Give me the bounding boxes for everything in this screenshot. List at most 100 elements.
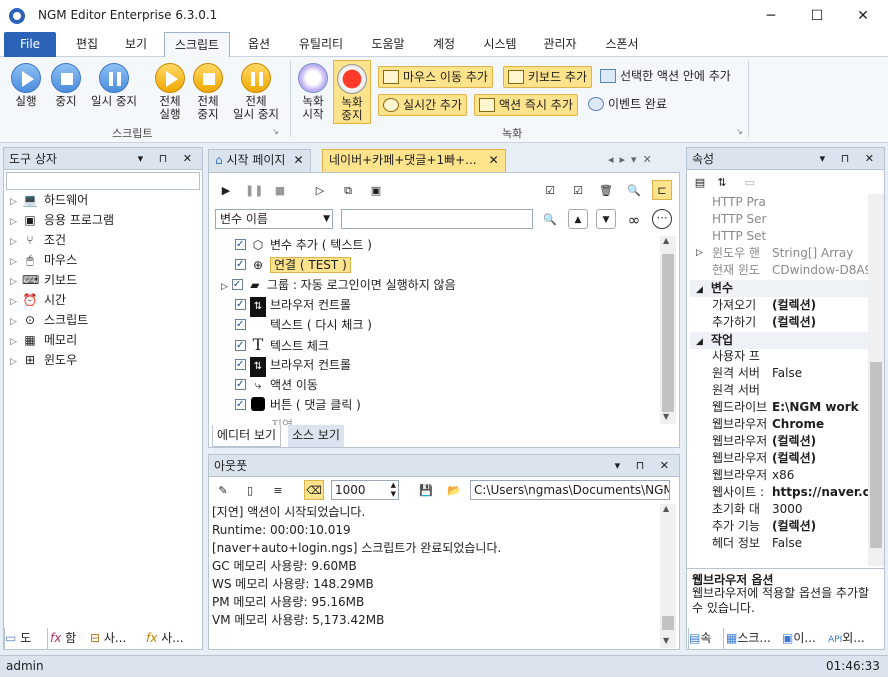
record-stop-button[interactable]: 녹화 중지	[333, 60, 371, 124]
collapse-icon[interactable]: ◢	[696, 285, 703, 295]
tab-functions[interactable]: fx 함	[50, 628, 88, 650]
pause-all-button[interactable]: 전체 일시 중지	[228, 63, 284, 121]
more-options-icon[interactable]: ⋯	[652, 209, 672, 229]
editor-scrollbar[interactable]: ▲ ▼	[660, 236, 676, 424]
move-down-icon[interactable]: ▼	[596, 209, 616, 229]
realtime-add-button[interactable]: 실시간 추가	[378, 94, 468, 116]
record-start-button[interactable]: 녹화 시작	[294, 63, 332, 121]
action-row[interactable]: ⤷ 액션 이동	[235, 375, 318, 395]
close-button[interactable]: ✕	[840, 0, 886, 32]
toolbox-item-mouse[interactable]: ▷ 🖱 마우스	[10, 250, 77, 270]
record-launcher-icon[interactable]: ↘	[736, 127, 743, 136]
action-row[interactable]: ⇅ 브라우저 컨트롤	[235, 355, 351, 377]
action-row[interactable]: ⬡ 변수 추가 ( 텍스트 )	[235, 235, 372, 255]
panel-controls-icon[interactable]: ▾ ⊓ ✕	[820, 148, 880, 170]
close-tab-icon[interactable]: ✕	[293, 153, 303, 167]
action-checkbox[interactable]	[235, 355, 246, 375]
toolbox-item-keyboard[interactable]: ▷ ⌨ 키보드	[10, 270, 77, 290]
property-row[interactable]: 웹브라우저 (컬렉션)	[690, 433, 870, 450]
property-row[interactable]: 추가하기 (컬렉션)	[690, 314, 870, 331]
property-row[interactable]: 사용자 프	[690, 348, 870, 365]
log-file-icon[interactable]: ▯	[240, 480, 260, 500]
stop-all-button[interactable]: 전체 중지	[188, 63, 228, 121]
keyboard-add-button[interactable]: 키보드 추가	[503, 66, 593, 88]
mouse-move-add-button[interactable]: 마우스 이동 추가	[378, 66, 493, 88]
property-row[interactable]: 초기화 대 3000	[690, 501, 870, 518]
property-category-variable[interactable]: ◢ 변수	[690, 280, 870, 297]
tab-script[interactable]: 네이버+카페+댓글+1빠+... ✕	[322, 149, 506, 172]
menu-admin[interactable]: 관리자	[534, 32, 586, 57]
property-category-work[interactable]: ◢ 작업	[690, 332, 870, 349]
tab-external[interactable]: API외...	[828, 628, 884, 650]
run-from-icon[interactable]: ⧉	[338, 180, 358, 200]
menu-view[interactable]: 보기	[114, 32, 158, 57]
search-icon[interactable]: 🔍	[540, 209, 560, 229]
scroll-up-icon[interactable]: ▲	[663, 236, 669, 245]
scroll-up-icon[interactable]: ▲	[663, 504, 669, 513]
property-row[interactable]: 웹사이트 : https://naver.c	[690, 484, 870, 501]
event-complete-button[interactable]: 이벤트 완료	[586, 94, 667, 116]
scroll-down-icon[interactable]: ▼	[663, 636, 669, 645]
run-all-button[interactable]: 전체 실행	[150, 63, 190, 121]
menu-sponsor[interactable]: 스폰서	[596, 32, 648, 57]
tab-editor-view[interactable]: 에디터 보기	[212, 425, 282, 447]
collapse-icon[interactable]: ◢	[696, 337, 703, 347]
property-row[interactable]: 현재 윈도 CDwindow-D8A9	[690, 262, 870, 279]
property-row[interactable]: 가져오기 (컬렉션)	[690, 297, 870, 314]
tab-start-page[interactable]: ⌂ 시작 페이지 ✕	[208, 149, 311, 172]
insert-in-action-button[interactable]: 선택한 액션 안에 추가	[598, 66, 731, 88]
tab-source-view[interactable]: 소스 보기	[288, 425, 344, 447]
property-row[interactable]: 웹드라이브 E:\NGM work	[690, 399, 870, 416]
property-row[interactable]: 웹브라우저 (컬렉션)	[690, 450, 870, 467]
menu-script[interactable]: 스크립트	[164, 32, 230, 58]
move-up-icon[interactable]: ▲	[568, 209, 588, 229]
property-row[interactable]: HTTP Ser	[690, 211, 870, 228]
tab-user-2[interactable]: fx 사...	[146, 628, 196, 650]
log-path-field[interactable]: C:\Users\ngmas\Documents\NGM6\	[470, 480, 670, 500]
panel-controls-icon[interactable]: ▾ ⊓ ✕	[615, 455, 675, 477]
categorized-icon[interactable]: ▤	[690, 172, 710, 192]
menu-edit[interactable]: 편집	[64, 32, 110, 57]
property-row[interactable]: 원격 서버 False	[690, 365, 870, 382]
menu-options[interactable]: 옵션	[236, 32, 282, 57]
action-row-selected[interactable]: ⊕ 연결 ( TEST )	[235, 255, 351, 275]
property-row[interactable]: 헤더 정보 False	[690, 535, 870, 552]
save-icon[interactable]: 💾	[416, 480, 436, 500]
step-run-icon[interactable]: ▷	[310, 180, 330, 200]
group-launcher-icon[interactable]: ↘	[272, 127, 279, 136]
scroll-down-icon[interactable]: ▼	[663, 412, 669, 421]
clear-log-icon[interactable]: ✎	[213, 480, 233, 500]
action-checkbox[interactable]	[235, 315, 246, 335]
action-checkbox[interactable]	[231, 275, 243, 295]
action-checkbox[interactable]	[235, 375, 246, 395]
tab-script-list[interactable]: ▦스크...	[726, 628, 780, 650]
pause-icon[interactable]: ❚❚	[244, 180, 264, 200]
toolbox-item-application[interactable]: ▷ ▣ 응용 프로그램	[10, 210, 114, 230]
tab-toolbox[interactable]: ▭ 도	[4, 628, 48, 650]
close-tab-icon[interactable]: ✕	[489, 153, 499, 167]
menu-utility[interactable]: 유틸리티	[288, 32, 354, 57]
properties-scrollbar[interactable]	[868, 194, 884, 566]
action-checkbox[interactable]	[235, 295, 246, 315]
variable-search-input[interactable]	[341, 209, 533, 229]
expand-icon[interactable]: ▷	[696, 245, 703, 262]
property-row[interactable]: HTTP Pra	[690, 194, 870, 211]
eraser-icon[interactable]: ⌫	[304, 480, 324, 500]
log-count-stepper[interactable]: 1000 ▲ ▼	[331, 480, 399, 500]
menu-system[interactable]: 시스템	[474, 32, 526, 57]
menu-file[interactable]: File	[4, 32, 56, 57]
delete-icon[interactable]: 🗑	[596, 180, 616, 200]
property-row[interactable]: HTTP Set	[690, 228, 870, 245]
find-icon[interactable]: 🔍	[624, 180, 644, 200]
action-instant-add-button[interactable]: 액션 즉시 추가	[474, 94, 578, 116]
toolbox-item-hardware[interactable]: ▷ 💻 하드웨어	[10, 190, 88, 210]
output-scrollbar[interactable]: ▲ ▼	[660, 504, 676, 648]
action-checkbox[interactable]	[235, 395, 246, 415]
action-row[interactable]: 버튼 ( 댓글 클릭 )	[235, 395, 361, 415]
action-checkbox[interactable]	[235, 235, 246, 255]
tree-view-icon[interactable]: ⊏	[652, 180, 672, 200]
action-row[interactable]: ⇅ 브라우저 컨트롤	[235, 295, 351, 317]
action-row[interactable]: T 텍스트 체크	[235, 335, 329, 356]
toolbox-item-script[interactable]: ▷ ⊙ 스크립트	[10, 310, 88, 330]
property-row[interactable]: 추가 기능 (컬렉션)	[690, 518, 870, 535]
